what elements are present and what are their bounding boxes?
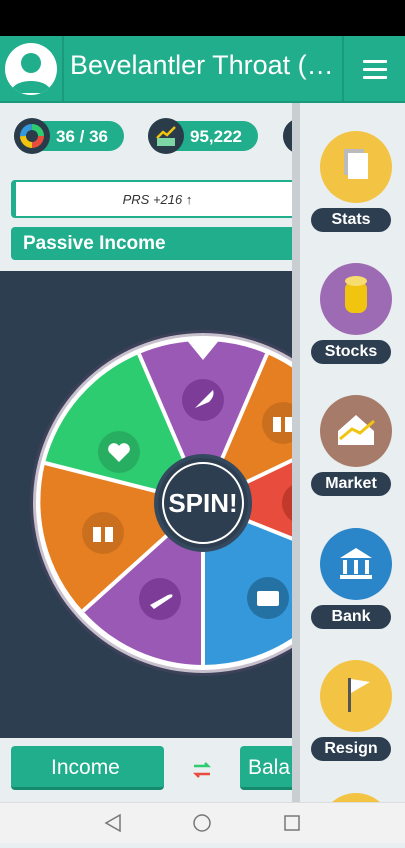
- progress-value: 36 / 36: [56, 127, 108, 146]
- more-item-icon[interactable]: [320, 793, 392, 802]
- passive-income-header[interactable]: Passive Income: [11, 227, 306, 260]
- drawer-item-label: Stocks: [311, 340, 391, 364]
- avatar-button[interactable]: [0, 36, 64, 101]
- bank-icon: [320, 528, 392, 600]
- menu-button[interactable]: [342, 36, 405, 101]
- side-drawer: Stats Stocks Market Bank Resign: [292, 103, 405, 802]
- progress-stat: 36 / 36: [14, 118, 124, 154]
- heart-icon: [98, 431, 140, 473]
- hamburger-icon: [363, 60, 387, 84]
- swap-icon[interactable]: [190, 758, 214, 782]
- home-icon[interactable]: [193, 814, 211, 832]
- drawer-item-label: Resign: [311, 737, 391, 761]
- avatar: [5, 43, 57, 95]
- money-stat: 95,222: [148, 118, 258, 154]
- rocket-icon: [182, 379, 224, 421]
- coins-icon: [320, 263, 392, 335]
- color-wheel-icon: [14, 118, 50, 154]
- recents-icon[interactable]: [284, 815, 300, 831]
- app-header: Bevelantler Throat (G...: [0, 36, 405, 103]
- money-value: 95,222: [190, 127, 242, 146]
- prs-banner: PRS +216 ↑: [11, 180, 301, 218]
- drawer-item-label: Bank: [311, 605, 391, 629]
- prs-text: PRS +216 ↑: [122, 192, 193, 207]
- drawer-item-label: Market: [311, 472, 391, 496]
- briefcase-icon: [247, 577, 289, 619]
- gift-icon: [82, 512, 124, 554]
- page-title: Bevelantler Throat (G...: [70, 50, 342, 80]
- user-icon: [11, 53, 51, 93]
- document-icon: [320, 131, 392, 203]
- income-label: Income: [51, 756, 120, 779]
- rocket-icon: [139, 578, 181, 620]
- drawer-item-label: Stats: [311, 208, 391, 232]
- spin-button[interactable]: SPIN!: [168, 488, 237, 518]
- android-nav-bar: [0, 802, 405, 843]
- back-icon[interactable]: [104, 813, 121, 833]
- income-button[interactable]: Income: [11, 746, 164, 790]
- balance-label: Bala: [248, 756, 291, 779]
- house-icon: [320, 395, 392, 467]
- status-bar: [0, 0, 405, 36]
- money-chart-icon: [148, 118, 184, 154]
- passive-income-label: Passive Income: [23, 233, 166, 254]
- flag-icon: [320, 660, 392, 732]
